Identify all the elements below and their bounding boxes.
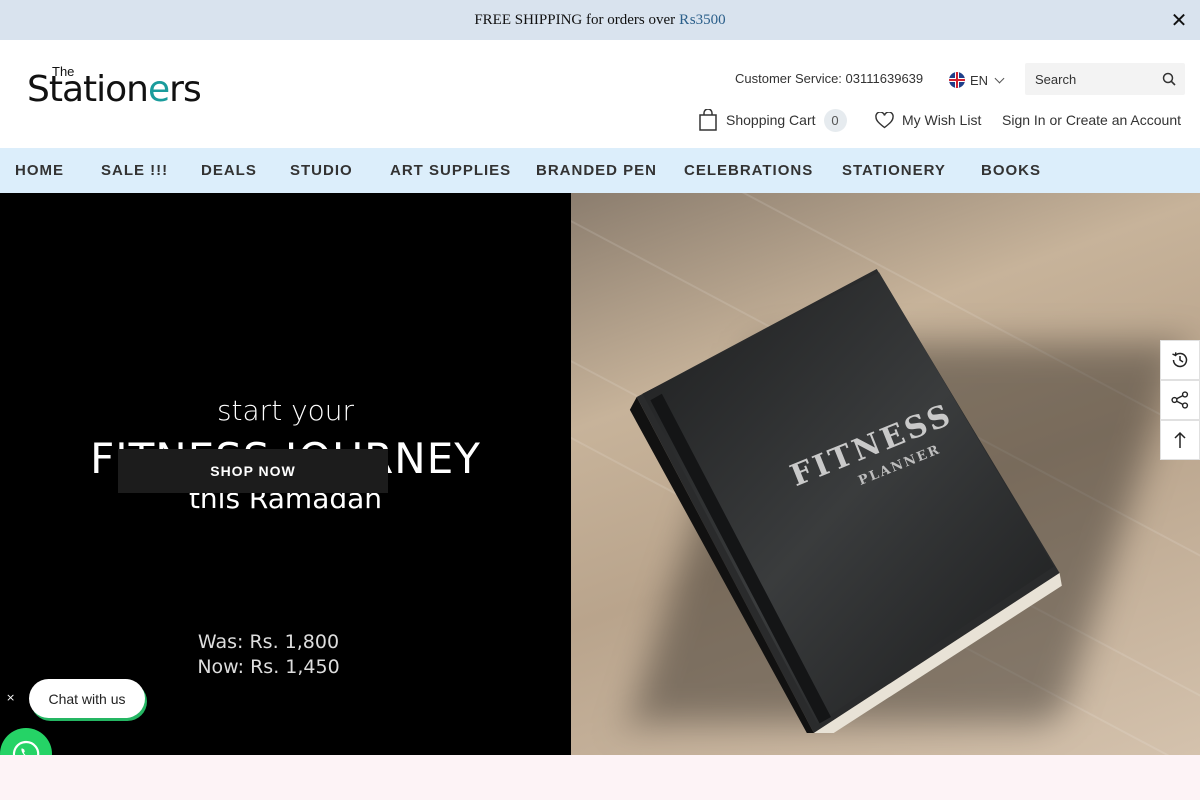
recently-viewed-button[interactable] bbox=[1160, 340, 1200, 380]
language-selector[interactable]: EN bbox=[949, 70, 1005, 90]
logo-wordmark: Stationers bbox=[27, 69, 202, 110]
nav-item-stationery[interactable]: STATIONERY bbox=[842, 162, 946, 179]
back-to-top-button[interactable] bbox=[1160, 420, 1200, 460]
account-link[interactable]: Sign In or Create an Account bbox=[1002, 112, 1181, 128]
announcement-text: FREE SHIPPING for orders over bbox=[474, 11, 676, 28]
nav-item-home[interactable]: HOME bbox=[15, 162, 64, 179]
shop-now-button[interactable]: SHOP NOW bbox=[118, 449, 388, 493]
cart-label: Shopping Cart bbox=[726, 112, 816, 128]
hero-banner-image[interactable]: FITNESS PLANNER bbox=[571, 193, 1200, 755]
share-button[interactable] bbox=[1160, 380, 1200, 420]
cart-count-badge: 0 bbox=[823, 108, 847, 132]
wishlist-link[interactable]: My Wish List bbox=[875, 110, 981, 130]
site-logo[interactable]: The Stationers bbox=[27, 63, 207, 110]
nav-item-deals[interactable]: DEALS bbox=[201, 162, 257, 179]
nav-item-celebrations[interactable]: CELEBRATIONS bbox=[684, 162, 813, 179]
uk-flag-icon bbox=[949, 72, 965, 88]
nav-item-studio[interactable]: STUDIO bbox=[290, 162, 353, 179]
hero-now-price: Now: Rs. 1,450 bbox=[197, 656, 340, 678]
language-label: EN bbox=[970, 72, 989, 88]
search-input[interactable] bbox=[1025, 63, 1155, 95]
nav-item-branded-pen[interactable]: BRANDED PEN bbox=[536, 162, 657, 179]
close-icon[interactable]: ✕ bbox=[1170, 9, 1188, 31]
customer-service: Customer Service: 03111639639 bbox=[735, 71, 924, 86]
nav-item-art-supplies[interactable]: ART SUPPLIES bbox=[390, 162, 511, 179]
share-icon bbox=[1171, 391, 1189, 409]
fitness-planner-book bbox=[629, 269, 1062, 733]
chat-with-us-button[interactable]: Chat with us bbox=[29, 679, 145, 718]
announcement-bar: FREE SHIPPING for orders over ₨3500 ✕ bbox=[0, 0, 1200, 40]
nav-item-books[interactable]: BOOKS bbox=[981, 162, 1041, 179]
main-nav: HOME SALE !!! DEALS STUDIO ART SUPPLIES … bbox=[0, 148, 1200, 193]
hero-price: Was: Rs. 1,800 Now: Rs. 1,450 bbox=[0, 630, 537, 680]
chat-close-icon[interactable]: × bbox=[6, 691, 15, 704]
announcement-amount: ₨3500 bbox=[679, 11, 726, 28]
chevron-down-icon bbox=[994, 73, 1005, 83]
search-box bbox=[1025, 63, 1185, 95]
next-section-strip bbox=[0, 755, 1200, 800]
wishlist-label: My Wish List bbox=[902, 112, 982, 128]
history-icon bbox=[1172, 352, 1188, 368]
nav-item-sale[interactable]: SALE !!! bbox=[101, 162, 168, 179]
search-icon[interactable] bbox=[1162, 72, 1176, 86]
hero-line-1: start your bbox=[216, 394, 355, 427]
hero-was-price: Was: Rs. 1,800 bbox=[197, 631, 340, 653]
shopping-cart-link[interactable]: Shopping Cart 0 bbox=[698, 108, 847, 132]
shopping-bag-icon bbox=[699, 109, 717, 131]
arrow-up-icon bbox=[1174, 431, 1186, 448]
heart-icon bbox=[875, 111, 894, 128]
